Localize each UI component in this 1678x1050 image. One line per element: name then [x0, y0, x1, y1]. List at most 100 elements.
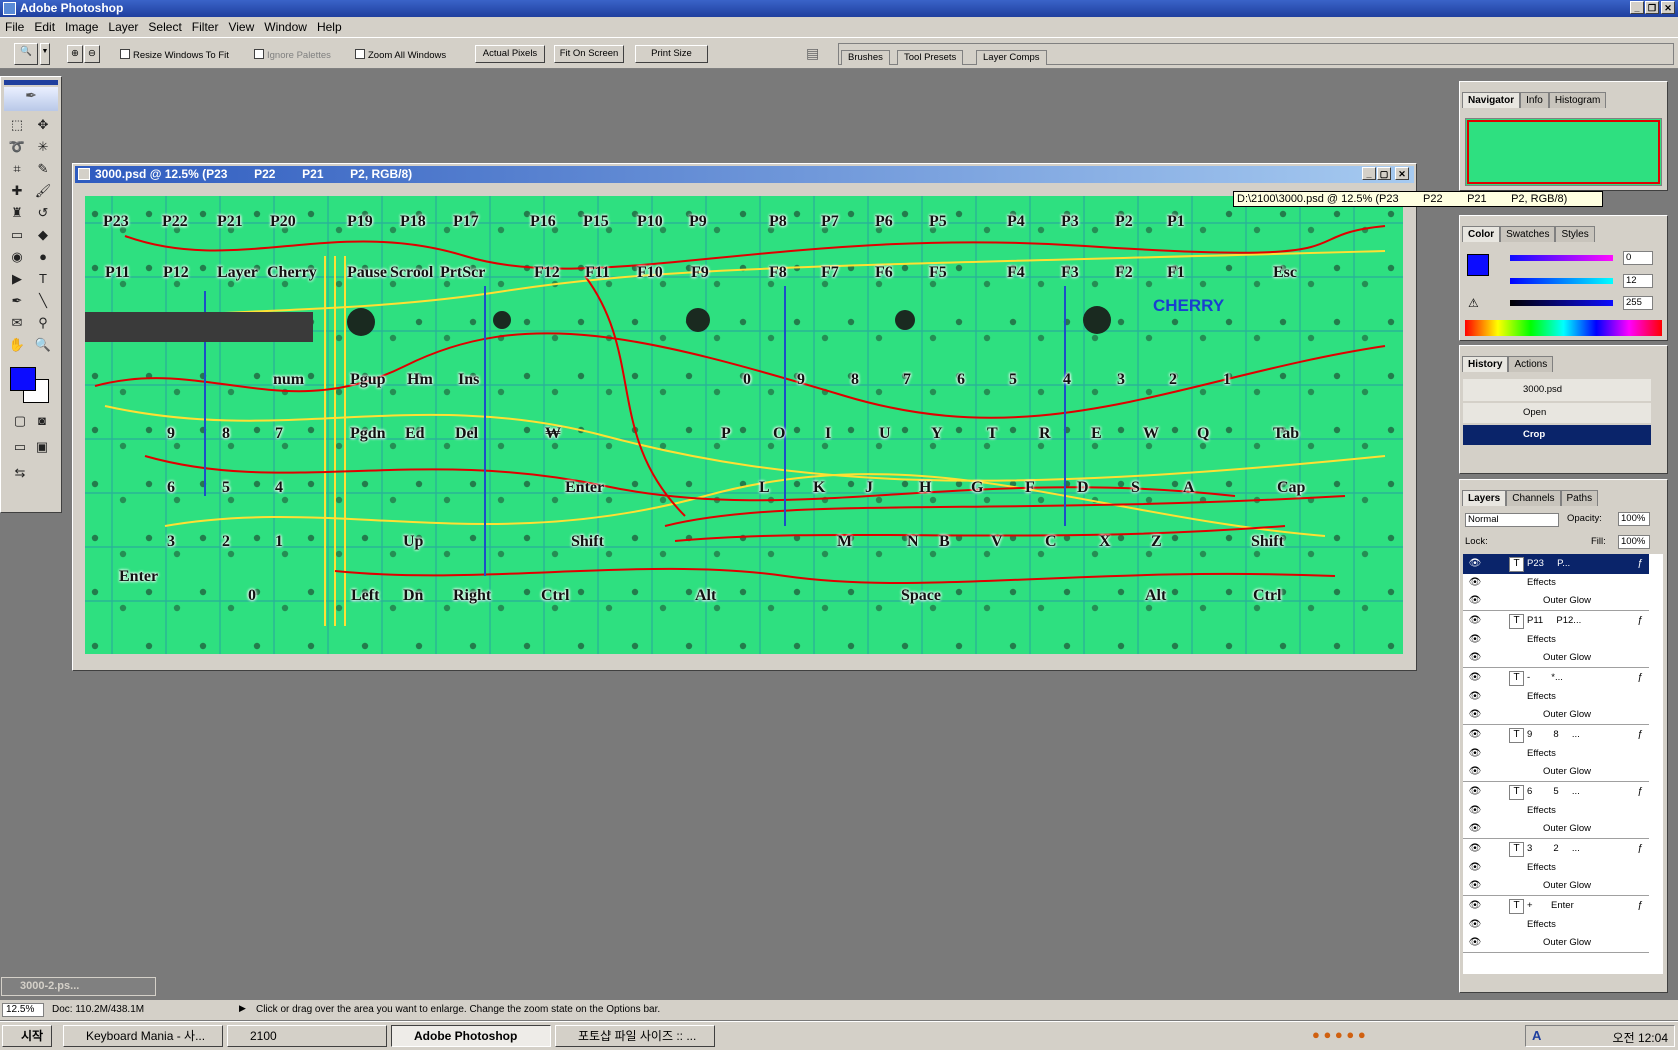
- eye-icon[interactable]: 👁: [1467, 706, 1483, 726]
- type-icon[interactable]: T: [32, 269, 54, 289]
- quick-launch-icons[interactable]: ● ● ● ● ●: [1312, 1027, 1366, 1042]
- quick-mask-off-icon[interactable]: ▢: [9, 411, 31, 431]
- layer-effects-row[interactable]: 👁 Effects: [1463, 631, 1649, 650]
- menu-file[interactable]: File: [0, 18, 29, 36]
- actual-pixels-button[interactable]: Actual Pixels: [475, 45, 545, 63]
- doc-size[interactable]: Doc: 110.2M/438.1M: [52, 1004, 144, 1015]
- navigator-thumbnail[interactable]: [1465, 118, 1662, 186]
- eye-icon[interactable]: 👁: [1467, 649, 1483, 669]
- task-2100[interactable]: 2100: [227, 1025, 387, 1047]
- fx-icon[interactable]: ƒ: [1637, 668, 1643, 688]
- fx-icon[interactable]: ƒ: [1637, 839, 1643, 859]
- play-icon[interactable]: ▶: [239, 1003, 246, 1014]
- fx-icon[interactable]: ƒ: [1637, 782, 1643, 802]
- document-window[interactable]: 3000.psd @ 12.5% (P23 P22 P21 P2, RGB/8)…: [72, 163, 1417, 671]
- print-size-button[interactable]: Print Size: [635, 45, 708, 63]
- healing-brush-icon[interactable]: ✚: [6, 181, 28, 201]
- outer-glow-row[interactable]: 👁 Outer Glow: [1463, 763, 1649, 782]
- doc-maximize-button[interactable]: ▢: [1377, 167, 1391, 180]
- eraser-icon[interactable]: ▭: [6, 225, 28, 245]
- tray-clock[interactable]: 오전 12:04: [1613, 1029, 1668, 1046]
- eye-icon[interactable]: 👁: [1467, 820, 1483, 840]
- magic-wand-icon[interactable]: ✳: [32, 137, 54, 157]
- minimize-button[interactable]: _: [1630, 1, 1644, 14]
- layer-effects-row[interactable]: 👁 Effects: [1463, 802, 1649, 821]
- blur-icon[interactable]: ◉: [6, 247, 28, 267]
- well-tab-brushes[interactable]: Brushes: [841, 50, 890, 65]
- eye-icon[interactable]: 👁: [1467, 574, 1483, 594]
- tab-channels[interactable]: Channels: [1506, 490, 1561, 506]
- lasso-icon[interactable]: ➰: [6, 137, 28, 157]
- doc-minimize-button[interactable]: _: [1362, 167, 1376, 180]
- tab-color[interactable]: Color: [1462, 226, 1501, 242]
- crop-icon[interactable]: ⌗: [6, 159, 28, 179]
- zoom-tool-preset-button[interactable]: 🔍: [14, 43, 38, 65]
- g-slider[interactable]: [1510, 278, 1613, 284]
- eye-icon[interactable]: 👁: [1467, 592, 1483, 612]
- menu-window[interactable]: Window: [259, 18, 312, 36]
- tab-info[interactable]: Info: [1520, 92, 1549, 108]
- eye-icon[interactable]: 👁: [1467, 611, 1483, 631]
- menu-select[interactable]: Select: [143, 18, 186, 36]
- full-screen-icon[interactable]: ▣: [31, 437, 53, 457]
- outer-glow-row[interactable]: 👁 Outer Glow: [1463, 877, 1649, 896]
- foreground-color-swatch[interactable]: [1467, 254, 1489, 276]
- blend-mode-select[interactable]: Normal: [1465, 513, 1559, 527]
- r-value-field[interactable]: 0: [1623, 251, 1653, 265]
- eye-icon[interactable]: 👁: [1467, 896, 1483, 916]
- layer-row[interactable]: 👁 T + Enter ƒ: [1463, 896, 1649, 917]
- tab-histogram[interactable]: Histogram: [1548, 92, 1607, 108]
- fx-icon[interactable]: ƒ: [1637, 896, 1643, 916]
- layer-effects-row[interactable]: 👁 Effects: [1463, 859, 1649, 878]
- b-value-field[interactable]: 255: [1623, 296, 1653, 310]
- foreground-color[interactable]: [10, 367, 36, 391]
- hand-icon[interactable]: ✋: [6, 335, 28, 355]
- opacity-field[interactable]: 100%: [1618, 512, 1650, 526]
- navigator-view-box[interactable]: [1467, 120, 1660, 184]
- minimized-document[interactable]: 3000-2.ps...: [1, 977, 156, 996]
- chevron-down-icon[interactable]: ▼: [40, 43, 50, 65]
- fill-field[interactable]: 100%: [1618, 535, 1650, 549]
- screen-mode-icon[interactable]: ▭: [9, 437, 31, 457]
- eye-icon[interactable]: 👁: [1467, 916, 1483, 936]
- outer-glow-row[interactable]: 👁 Outer Glow: [1463, 706, 1649, 725]
- layer-row[interactable]: 👁 T 6 5 ... ƒ: [1463, 782, 1649, 803]
- jump-to-imageready-icon[interactable]: ⇆: [9, 463, 31, 483]
- bucket-icon[interactable]: ◆: [32, 225, 54, 245]
- close-button[interactable]: ✕: [1661, 1, 1675, 14]
- tab-styles[interactable]: Styles: [1555, 226, 1595, 242]
- eye-icon[interactable]: 👁: [1467, 934, 1483, 954]
- pen-icon[interactable]: ✒: [6, 291, 28, 311]
- zoom-level-field[interactable]: 12.5%: [2, 1003, 44, 1017]
- line-icon[interactable]: ╲: [32, 291, 54, 311]
- menu-filter[interactable]: Filter: [187, 18, 224, 36]
- r-slider[interactable]: [1510, 255, 1613, 261]
- menu-help[interactable]: Help: [312, 18, 347, 36]
- history-snapshot[interactable]: 3000.psd: [1463, 379, 1651, 401]
- layer-effects-row[interactable]: 👁 Effects: [1463, 745, 1649, 764]
- outer-glow-row[interactable]: 👁 Outer Glow: [1463, 592, 1649, 611]
- eye-icon[interactable]: 👁: [1467, 631, 1483, 651]
- quick-mask-on-icon[interactable]: ◙: [31, 411, 53, 431]
- eye-icon[interactable]: 👁: [1467, 554, 1483, 574]
- slice-icon[interactable]: ✎: [32, 159, 54, 179]
- tab-paths[interactable]: Paths: [1560, 490, 1599, 506]
- outer-glow-row[interactable]: 👁 Outer Glow: [1463, 649, 1649, 668]
- tab-swatches[interactable]: Swatches: [1500, 226, 1556, 242]
- marquee-icon[interactable]: ⬚: [6, 115, 28, 135]
- zoom-out-icon[interactable]: ⊖: [84, 45, 100, 63]
- eyedropper-icon[interactable]: ⚲: [32, 313, 54, 333]
- eye-icon[interactable]: 👁: [1467, 668, 1483, 688]
- b-slider[interactable]: [1510, 300, 1613, 306]
- layer-effects-row[interactable]: 👁 Effects: [1463, 688, 1649, 707]
- resize-windows-checkbox[interactable]: Resize Windows To Fit: [120, 49, 229, 62]
- menu-view[interactable]: View: [223, 18, 259, 36]
- start-button[interactable]: 시작: [2, 1025, 52, 1047]
- eye-icon[interactable]: 👁: [1467, 745, 1483, 765]
- eye-icon[interactable]: 👁: [1467, 763, 1483, 783]
- move-icon[interactable]: ✥: [32, 115, 54, 135]
- layer-row[interactable]: 👁 T 3 2 ... ƒ: [1463, 839, 1649, 860]
- tab-navigator[interactable]: Navigator: [1462, 92, 1521, 108]
- ignore-palettes-checkbox[interactable]: Ignore Palettes: [254, 49, 331, 62]
- doc-close-button[interactable]: ✕: [1395, 167, 1409, 180]
